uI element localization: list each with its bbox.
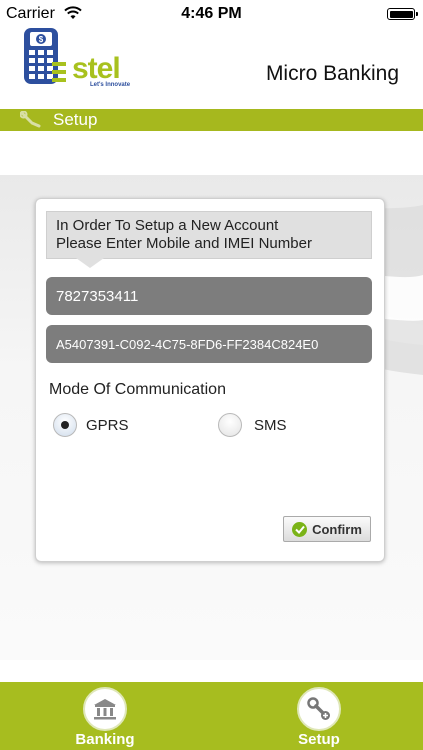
sms-label: SMS [254, 417, 287, 434]
section-header-bar: Setup [0, 109, 423, 131]
confirm-label: Confirm [312, 521, 362, 537]
confirm-button[interactable]: Confirm [283, 516, 371, 542]
clock: 4:46 PM [181, 5, 242, 22]
instruction-line-2: Please Enter Mobile and IMEI Number [56, 235, 312, 252]
bubble-tail [76, 258, 104, 268]
gprs-label: GPRS [86, 417, 129, 434]
tab-setup-label: Setup [298, 731, 340, 748]
logo-tagline: Let's Innovate [90, 82, 131, 88]
battery-icon [387, 8, 418, 20]
setup-form-card: In Order To Setup a New Account Please E… [35, 198, 385, 562]
imei-number-field[interactable]: A5407391-C092-4C75-8FD6-FF2384C824E0 [46, 325, 372, 363]
wrench-icon [19, 110, 42, 134]
tools-icon [297, 687, 341, 731]
check-icon [292, 521, 308, 537]
estel-logo: $ stel Let's Innovate [22, 26, 132, 96]
mobile-number-field[interactable]: 7827353411 [46, 277, 372, 315]
instruction-bubble: In Order To Setup a New Account Please E… [46, 211, 372, 259]
instruction-text: In Order To Setup a New Account Please E… [56, 217, 312, 253]
tab-setup[interactable]: Setup [259, 682, 379, 750]
bank-icon [83, 687, 127, 731]
tab-banking[interactable]: Banking [45, 682, 165, 750]
logo-wordmark: stel [72, 52, 121, 85]
section-title: Setup [53, 110, 98, 129]
instruction-line-1: In Order To Setup a New Account [56, 217, 279, 234]
sms-radio[interactable] [218, 413, 242, 437]
bottom-tab-bar: Banking Setup [0, 682, 423, 750]
status-bar: Carrier 4:46 PM [0, 0, 423, 28]
tab-banking-label: Banking [75, 731, 135, 748]
app-title: Micro Banking [265, 62, 399, 85]
mode-of-communication-label: Mode Of Communication [49, 381, 226, 398]
svg-text:$: $ [39, 35, 44, 44]
gprs-radio[interactable] [53, 413, 77, 437]
